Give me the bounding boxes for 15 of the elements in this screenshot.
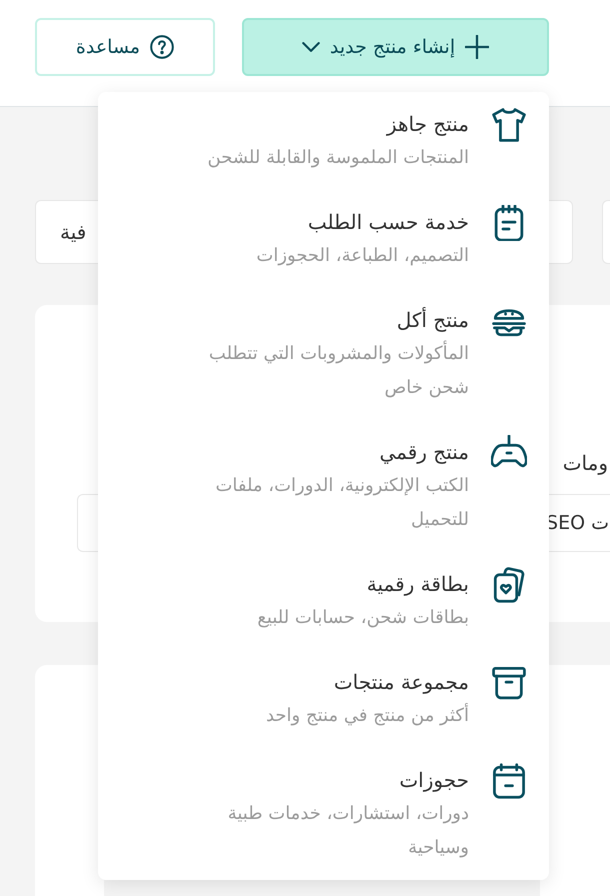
menu-item[interactable]: منتج جاهز المنتجات الملموسة والقابلة للشحن (98, 92, 549, 190)
cards-icon (491, 567, 527, 603)
menu-item[interactable]: بطاقة رقمية بطاقات شحن، حسابات للبيع (98, 552, 549, 650)
input-field[interactable] (602, 200, 610, 264)
menu-item[interactable]: حجوزات دورات، استشارات، خدمات طبية وسياحية (98, 748, 549, 880)
plus-icon (465, 35, 490, 59)
calendar-icon (491, 763, 527, 799)
box-icon (491, 665, 527, 701)
section-heading: ومات (562, 450, 609, 476)
menu-item[interactable]: منتج أكل المأكولات والمشروبات التي تتطلب شحن خاص (98, 288, 549, 420)
create-product-button[interactable]: إنشاء منتج جديد (242, 18, 549, 76)
shirt-icon (491, 107, 527, 143)
menu-item[interactable]: مجموعة منتجات أكثر من منتج في منتج واحد (98, 650, 549, 748)
help-icon (150, 35, 174, 59)
help-button[interactable]: مساعدة (35, 18, 215, 76)
